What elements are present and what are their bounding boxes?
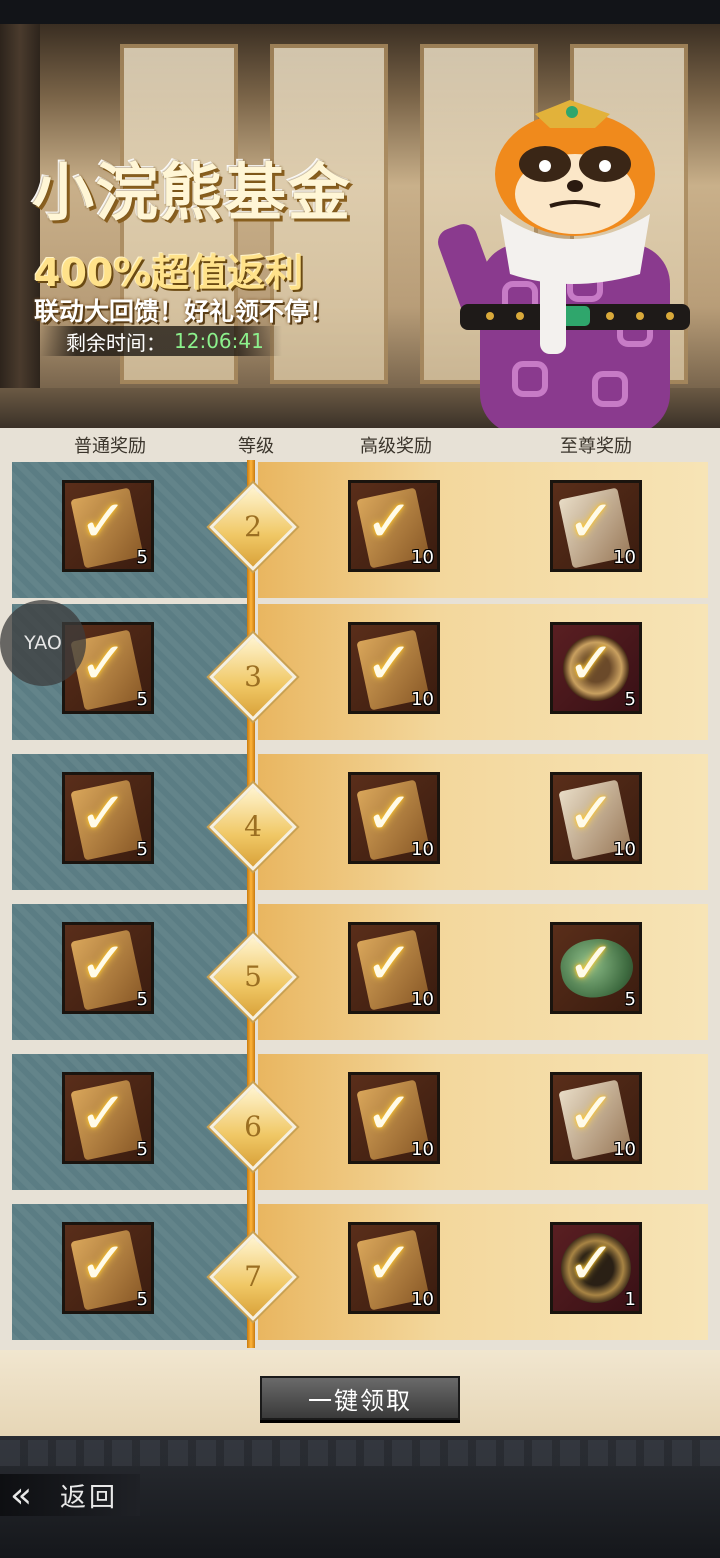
- reward-row: ✓ 5 ✓ 10 ✓ 1: [12, 1204, 708, 1340]
- item-count: 1: [624, 1289, 636, 1310]
- floating-assistant-button[interactable]: YAO: [0, 600, 86, 686]
- advanced-reward-item[interactable]: ✓ 10: [348, 480, 440, 572]
- back-label: 返回: [60, 1482, 119, 1513]
- item-count: 10: [411, 1139, 434, 1160]
- supreme-reward-item[interactable]: ✓ 10: [550, 1072, 642, 1164]
- item-count: 10: [411, 547, 434, 568]
- normal-reward-item[interactable]: ✓ 5: [62, 1072, 154, 1164]
- reward-row: ✓ 5 ✓ 10 ✓ 10: [12, 1054, 708, 1190]
- supreme-reward-item[interactable]: ✓ 1: [550, 1222, 642, 1314]
- claimed-check-icon: ✓: [567, 629, 616, 697]
- claimed-check-icon: ✓: [79, 779, 128, 847]
- header-advanced-reward: 高级奖励: [360, 436, 432, 457]
- item-count: 5: [624, 989, 636, 1010]
- advanced-reward-item[interactable]: ✓ 10: [348, 622, 440, 714]
- advanced-reward-item[interactable]: ✓ 10: [348, 1222, 440, 1314]
- bottom-pattern: [0, 1440, 720, 1466]
- claimed-check-icon: ✓: [567, 1229, 616, 1297]
- reward-row: ✓ 5 ✓ 10 ✓ 5: [12, 904, 708, 1040]
- item-count: 5: [136, 839, 148, 860]
- column-headers: 普通奖励 等级 高级奖励 至尊奖励: [0, 428, 720, 460]
- reward-row: ✓ 5 ✓ 10 ✓ 10: [12, 462, 708, 598]
- item-count: 10: [613, 1139, 636, 1160]
- item-count: 5: [136, 689, 148, 710]
- supreme-reward-item[interactable]: ✓ 10: [550, 480, 642, 572]
- level-progress-spine: [247, 460, 255, 1348]
- item-count: 5: [136, 1139, 148, 1160]
- advanced-reward-item[interactable]: ✓ 10: [348, 772, 440, 864]
- supreme-reward-item[interactable]: ✓ 5: [550, 922, 642, 1014]
- item-count: 10: [411, 689, 434, 710]
- claim-all-button[interactable]: 一键领取: [260, 1376, 460, 1420]
- raccoon-mascot: [438, 100, 690, 428]
- claimed-check-icon: ✓: [365, 629, 414, 697]
- level-number: 3: [244, 660, 262, 693]
- supreme-reward-item[interactable]: ✓ 5: [550, 622, 642, 714]
- claimed-check-icon: ✓: [567, 1079, 616, 1147]
- level-number: 7: [244, 1260, 262, 1293]
- advanced-reward-item[interactable]: ✓ 10: [348, 1072, 440, 1164]
- advanced-reward-item[interactable]: ✓ 10: [348, 922, 440, 1014]
- claimed-check-icon: ✓: [79, 487, 128, 555]
- reward-row: ✓ 5 ✓ 10 ✓ 5: [12, 604, 708, 740]
- claimed-check-icon: ✓: [567, 779, 616, 847]
- supreme-reward-item[interactable]: ✓ 10: [550, 772, 642, 864]
- normal-reward-item[interactable]: ✓ 5: [62, 1222, 154, 1314]
- claimed-check-icon: ✓: [365, 929, 414, 997]
- header-level: 等级: [238, 436, 274, 457]
- claimed-check-icon: ✓: [79, 1229, 128, 1297]
- item-count: 10: [411, 989, 434, 1010]
- claimed-check-icon: ✓: [567, 929, 616, 997]
- level-number: 6: [244, 1110, 262, 1143]
- claimed-check-icon: ✓: [79, 1079, 128, 1147]
- banner-title: 小浣熊基金: [32, 156, 353, 229]
- reward-row: ✓ 5 ✓ 10 ✓ 10: [12, 754, 708, 890]
- claimed-check-icon: ✓: [365, 487, 414, 555]
- claimed-check-icon: ✓: [365, 779, 414, 847]
- item-count: 10: [411, 1289, 434, 1310]
- claimed-check-icon: ✓: [79, 629, 128, 697]
- item-count: 5: [136, 547, 148, 568]
- claimed-check-icon: ✓: [365, 1229, 414, 1297]
- level-number: 5: [244, 960, 262, 993]
- item-count: 5: [136, 989, 148, 1010]
- item-count: 5: [136, 1289, 148, 1310]
- claimed-check-icon: ✓: [79, 929, 128, 997]
- event-banner: 小浣熊基金 400%超值返利 联动大回馈！好礼领不停！ 剩余时间： 12:06:…: [0, 24, 720, 428]
- claimed-check-icon: ✓: [567, 487, 616, 555]
- header-supreme-reward: 至尊奖励: [560, 436, 632, 457]
- normal-reward-item[interactable]: ✓ 5: [62, 772, 154, 864]
- claimed-check-icon: ✓: [365, 1079, 414, 1147]
- countdown-timer: 剩余时间： 12:06:41: [40, 326, 282, 356]
- level-number: 4: [244, 810, 262, 843]
- normal-reward-item[interactable]: ✓ 5: [62, 480, 154, 572]
- timer-label: 剩余时间：: [66, 330, 166, 355]
- normal-reward-item[interactable]: ✓ 5: [62, 922, 154, 1014]
- item-count: 10: [613, 547, 636, 568]
- back-button[interactable]: « 返回: [0, 1474, 140, 1516]
- banner-subtitle: 400%超值返利: [34, 251, 304, 295]
- item-count: 5: [624, 689, 636, 710]
- item-count: 10: [411, 839, 434, 860]
- status-bar: [0, 0, 720, 24]
- back-arrow-icon: «: [10, 1474, 33, 1516]
- timer-value: 12:06:41: [174, 329, 264, 353]
- header-normal-reward: 普通奖励: [74, 436, 146, 457]
- level-number: 2: [244, 510, 262, 543]
- item-count: 10: [613, 839, 636, 860]
- banner-slogan: 联动大回馈！好礼领不停！: [34, 297, 335, 326]
